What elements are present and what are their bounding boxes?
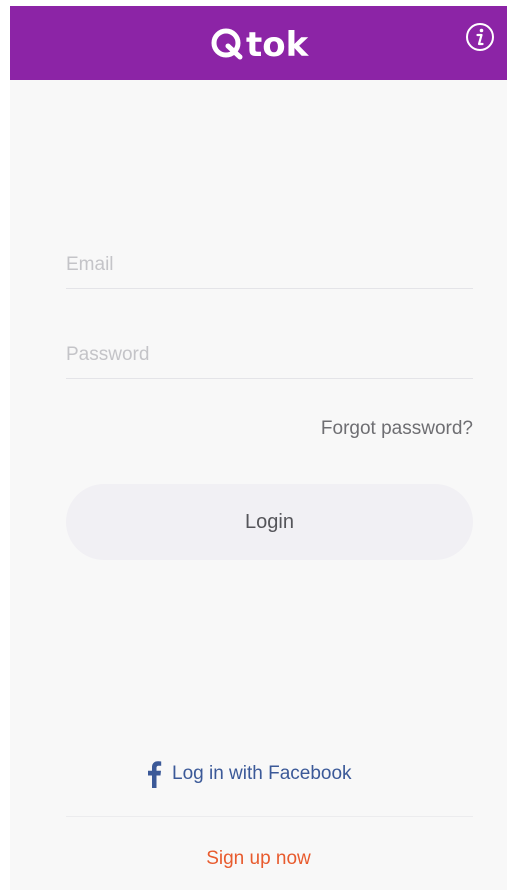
facebook-icon	[148, 761, 162, 788]
info-icon	[466, 23, 494, 51]
logo-text: tok	[246, 25, 309, 65]
divider	[66, 816, 473, 817]
facebook-login-button[interactable]: Log in with Facebook	[146, 758, 352, 790]
email-field-container	[66, 228, 473, 289]
app-header: tok	[10, 6, 507, 80]
info-button[interactable]	[465, 22, 495, 52]
q-logo-icon	[211, 28, 243, 60]
app-logo: tok	[210, 20, 308, 66]
login-screen: tok Forgot password? Login Log in with F…	[10, 6, 507, 890]
password-input[interactable]	[66, 344, 473, 366]
email-input[interactable]	[66, 254, 473, 276]
sign-up-link[interactable]: Sign up now	[10, 848, 507, 870]
facebook-login-label: Log in with Facebook	[172, 763, 352, 784]
login-button-label: Login	[245, 510, 294, 533]
password-field-container	[66, 318, 473, 379]
forgot-password-link[interactable]: Forgot password?	[321, 418, 473, 440]
login-button[interactable]: Login	[66, 484, 473, 560]
